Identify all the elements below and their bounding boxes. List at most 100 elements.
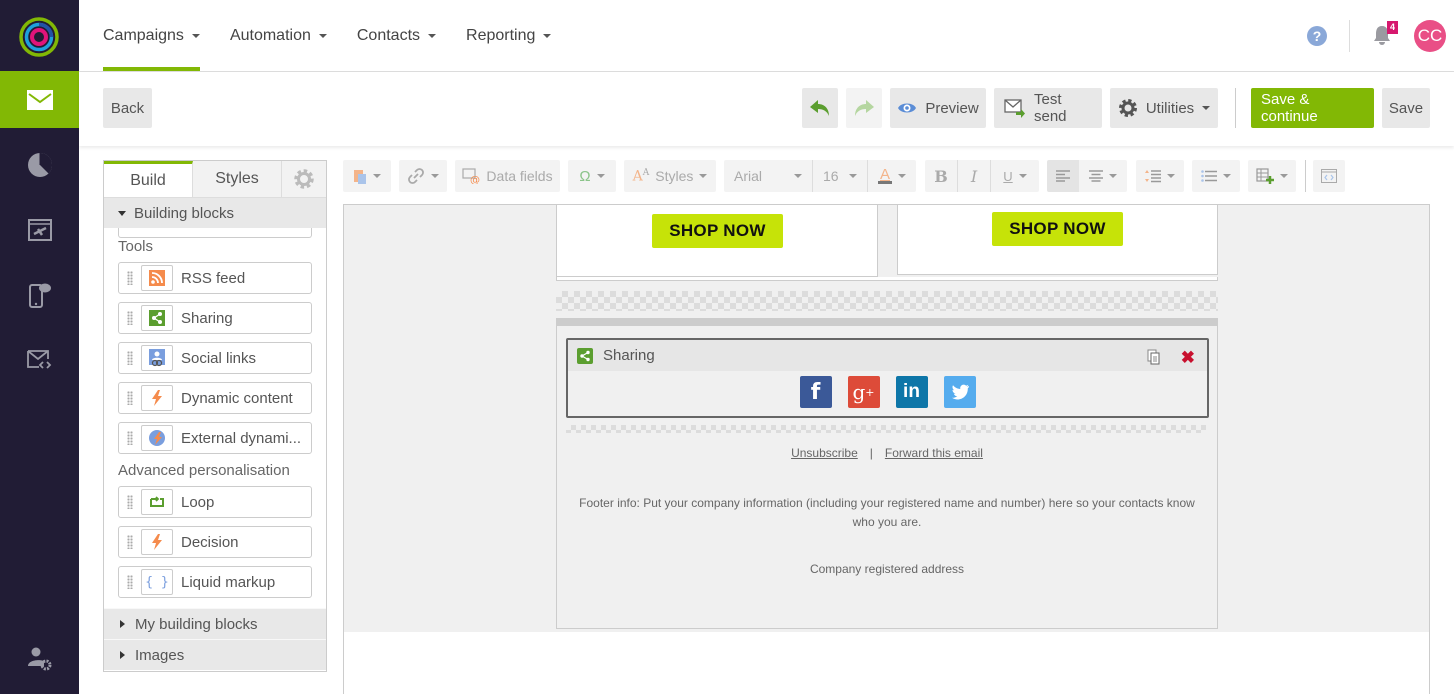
nav-landing-pages[interactable]: [0, 201, 79, 258]
styles-dropdown[interactable]: AA Styles: [624, 160, 716, 192]
main-menu: Campaigns Automation Contacts Reporting: [103, 0, 581, 71]
save-button[interactable]: Save: [1382, 88, 1430, 128]
drag-handle-icon[interactable]: [127, 391, 133, 405]
redo-button[interactable]: [846, 88, 882, 128]
block-item-social-links[interactable]: Social links: [118, 342, 312, 374]
drag-handle-icon[interactable]: [127, 351, 133, 365]
mobile-sms-icon: [28, 283, 51, 308]
notifications-button[interactable]: 4: [1372, 20, 1398, 48]
block-item-liquid-markup[interactable]: { } Liquid markup: [118, 566, 312, 598]
drag-handle-icon[interactable]: [127, 535, 133, 549]
align-center-button[interactable]: [1079, 160, 1127, 192]
nav-reporting[interactable]: [0, 136, 79, 193]
avatar[interactable]: CC: [1414, 19, 1446, 52]
back-button[interactable]: Back: [103, 88, 152, 128]
nav-user-settings[interactable]: [0, 630, 79, 687]
tab-settings[interactable]: [282, 161, 326, 197]
linkedin-icon[interactable]: in: [895, 376, 928, 408]
block-item-dynamic-content[interactable]: Dynamic content: [118, 382, 312, 414]
drop-zone-placeholder[interactable]: [556, 291, 1218, 311]
drag-handle-icon[interactable]: [127, 431, 133, 445]
block-item-sharing[interactable]: Sharing: [118, 302, 312, 334]
line-height-icon: [1145, 170, 1161, 183]
menu-campaigns[interactable]: Campaigns: [103, 0, 200, 71]
font-color-button[interactable]: A: [868, 160, 916, 192]
tab-build[interactable]: Build: [104, 161, 193, 197]
redo-icon: [855, 100, 874, 116]
drag-handle-icon[interactable]: [127, 271, 133, 285]
data-fields-button[interactable]: @ Data fields: [455, 160, 560, 192]
panel-tabs: Build Styles: [104, 161, 326, 198]
tab-styles[interactable]: Styles: [193, 161, 282, 197]
footer-info-text[interactable]: Footer info: Put your company informatio…: [571, 494, 1203, 532]
special-chars-button[interactable]: Ω: [568, 160, 616, 192]
drag-handle-icon[interactable]: [127, 575, 133, 589]
chevron-down-icon: [898, 174, 906, 178]
caret-down-icon: [118, 210, 126, 216]
font-color-icon: A: [878, 166, 892, 184]
section-my-building-blocks-label: My building blocks: [135, 615, 258, 633]
section-images[interactable]: Images: [104, 639, 326, 670]
test-send-button[interactable]: Test send: [994, 88, 1102, 128]
content-column-left[interactable]: SHOP NOW: [556, 205, 878, 277]
undo-icon: [810, 100, 829, 116]
bold-button[interactable]: B: [925, 160, 957, 192]
undo-button[interactable]: [802, 88, 838, 128]
drag-handle-icon[interactable]: [127, 495, 133, 509]
italic-button[interactable]: I: [958, 160, 990, 192]
nav-campaigns[interactable]: [0, 71, 79, 128]
font-family-select[interactable]: Arial: [724, 160, 812, 192]
sharing-block[interactable]: Sharing ✖ f g + in: [566, 338, 1209, 418]
section-building-blocks[interactable]: Building blocks: [104, 198, 326, 228]
block-item-label: Loop: [181, 493, 215, 511]
list-button[interactable]: [1192, 160, 1240, 192]
menu-contacts[interactable]: Contacts: [357, 0, 437, 71]
block-item-decision[interactable]: Decision: [118, 526, 312, 558]
footer-section[interactable]: Sharing ✖ f g + in Unsubscribe | Forward th…: [556, 318, 1218, 629]
content-column-right[interactable]: SHOP NOW: [897, 205, 1218, 275]
shop-now-button-left[interactable]: SHOP NOW: [652, 214, 783, 248]
sharing-block-title: Sharing: [603, 347, 655, 364]
eye-icon: [898, 103, 917, 113]
nav-sms[interactable]: [0, 266, 79, 323]
help-icon[interactable]: ?: [1307, 25, 1327, 46]
section-my-building-blocks[interactable]: My building blocks: [104, 608, 326, 639]
menu-automation[interactable]: Automation: [230, 0, 327, 71]
nav-templates[interactable]: [0, 331, 79, 388]
block-item-external-dynamic[interactable]: External dynami...: [118, 422, 312, 454]
block-item-loop[interactable]: Loop: [118, 486, 312, 518]
align-left-button[interactable]: [1047, 160, 1079, 192]
company-address-text[interactable]: Company registered address: [557, 562, 1217, 576]
font-size-select[interactable]: 16: [813, 160, 867, 192]
line-height-button[interactable]: [1136, 160, 1184, 192]
block-item-rss-feed[interactable]: RSS feed: [118, 262, 312, 294]
unsubscribe-link[interactable]: Unsubscribe: [791, 446, 858, 460]
chevron-down-icon: [1202, 106, 1211, 110]
test-send-icon: [1004, 99, 1025, 118]
drop-zone-placeholder[interactable]: [566, 425, 1206, 433]
utilities-button[interactable]: Utilities: [1110, 88, 1218, 128]
underline-button[interactable]: U: [991, 160, 1039, 192]
paste-button[interactable]: [343, 160, 391, 192]
google-plus-icon[interactable]: g +: [847, 376, 880, 408]
shop-now-button-right[interactable]: SHOP NOW: [992, 212, 1123, 246]
menu-reporting[interactable]: Reporting: [466, 0, 552, 71]
twitter-icon[interactable]: [943, 376, 976, 408]
drag-handle-icon[interactable]: [127, 311, 133, 325]
app-logo[interactable]: [18, 16, 60, 58]
facebook-icon[interactable]: f: [799, 376, 832, 408]
envelope-icon: [26, 89, 53, 110]
block-item-label: RSS feed: [181, 269, 246, 287]
forward-email-link[interactable]: Forward this email: [885, 446, 983, 460]
save-continue-button[interactable]: Save & continue: [1251, 88, 1374, 128]
chevron-down-icon: [1167, 174, 1175, 178]
preview-button[interactable]: Preview: [890, 88, 986, 128]
source-code-button[interactable]: [1313, 160, 1345, 192]
duplicate-icon[interactable]: [1147, 349, 1161, 365]
delete-icon[interactable]: ✖: [1181, 348, 1195, 368]
menu-campaigns-label: Campaigns: [103, 26, 184, 44]
block-item-label: External dynami...: [181, 429, 302, 447]
data-fields-label: Data fields: [486, 168, 553, 184]
link-button[interactable]: [399, 160, 447, 192]
insert-table-button[interactable]: [1248, 160, 1296, 192]
